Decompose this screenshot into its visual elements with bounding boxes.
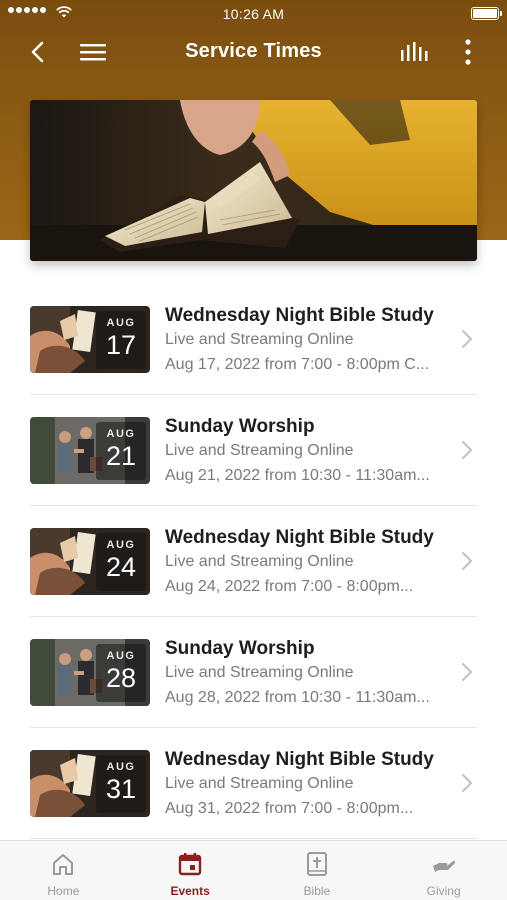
audio-bars-icon[interactable] xyxy=(398,40,430,64)
event-title: Sunday Worship xyxy=(165,416,315,437)
event-month: AUG xyxy=(106,428,136,440)
row-divider xyxy=(30,838,477,839)
event-day: 31 xyxy=(105,774,137,804)
event-list-item[interactable]: AUG 21 Sunday Worship Live and Streaming On… xyxy=(0,395,507,506)
tab-home[interactable]: Home xyxy=(0,841,127,900)
event-list-item[interactable]: AUG 31 Wednesday Night Bible Study Live and… xyxy=(0,728,507,839)
event-datetime: Aug 28, 2022 from 10:30 - 11:30am... xyxy=(165,689,430,706)
event-month: AUG xyxy=(106,761,136,773)
page-title: Service Times xyxy=(185,40,322,62)
event-date-badge: AUG 21 xyxy=(96,422,146,480)
event-location: Live and Streaming Online xyxy=(165,664,354,681)
event-location: Live and Streaming Online xyxy=(165,331,354,348)
tab-label: Giving xyxy=(426,884,461,898)
event-date-badge: AUG 17 xyxy=(96,311,146,369)
event-month: AUG xyxy=(106,650,136,662)
event-thumbnail: AUG 24 xyxy=(30,528,150,595)
chevron-right-icon xyxy=(461,329,473,349)
chevron-right-icon xyxy=(461,551,473,571)
event-title: Wednesday Night Bible Study xyxy=(165,749,434,770)
event-list-item[interactable]: AUG 28 Sunday Worship Live and Streaming On… xyxy=(0,617,507,728)
event-month: AUG xyxy=(106,539,136,551)
status-time: 10:26 AM xyxy=(222,6,285,22)
giving-hand-icon xyxy=(432,860,455,872)
event-thumbnail: AUG 31 xyxy=(30,750,150,817)
event-day: 17 xyxy=(105,330,137,360)
home-icon xyxy=(53,854,74,875)
tab-bar: Home Events Bible Giving xyxy=(0,840,507,900)
chevron-right-icon xyxy=(461,662,473,682)
status-bar: 10:26 AM xyxy=(0,0,507,30)
event-thumbnail: AUG 21 xyxy=(30,417,150,484)
event-date-badge: AUG 28 xyxy=(96,644,146,702)
tab-bible[interactable]: Bible xyxy=(254,841,381,900)
event-title: Wednesday Night Bible Study xyxy=(165,305,434,326)
tab-giving[interactable]: Giving xyxy=(380,841,507,900)
event-location: Live and Streaming Online xyxy=(165,553,354,570)
event-datetime: Aug 31, 2022 from 7:00 - 8:00pm... xyxy=(165,800,414,817)
tab-label: Home xyxy=(47,884,80,898)
event-date-badge: AUG 24 xyxy=(96,533,146,591)
bible-icon xyxy=(306,852,327,876)
event-date-badge: AUG 31 xyxy=(96,755,146,813)
chevron-right-icon xyxy=(461,440,473,460)
event-list-item[interactable]: AUG 24 Wednesday Night Bible Study Live and… xyxy=(0,506,507,617)
chevron-right-icon xyxy=(461,773,473,793)
event-day: 24 xyxy=(105,552,137,582)
event-list-item[interactable]: AUG 17 Wednesday Night Bible Study Live and… xyxy=(0,284,507,395)
event-thumbnail: AUG 28 xyxy=(30,639,150,706)
event-day: 28 xyxy=(105,663,137,693)
battery-icon xyxy=(471,7,502,20)
event-thumbnail: AUG 17 xyxy=(30,306,150,373)
tab-events[interactable]: Events xyxy=(127,841,254,900)
event-datetime: Aug 21, 2022 from 10:30 - 11:30am... xyxy=(165,467,430,484)
event-location: Live and Streaming Online xyxy=(165,442,354,459)
event-day: 21 xyxy=(105,441,137,471)
event-title: Sunday Worship xyxy=(165,638,315,659)
hero-image xyxy=(30,100,477,261)
event-datetime: Aug 24, 2022 from 7:00 - 8:00pm... xyxy=(165,578,414,595)
event-title: Wednesday Night Bible Study xyxy=(165,527,434,548)
tab-label: Events xyxy=(170,884,210,898)
event-month: AUG xyxy=(106,317,136,329)
calendar-icon xyxy=(178,853,202,876)
vertical-ellipsis-icon[interactable] xyxy=(458,38,478,66)
event-list: AUG 17 Wednesday Night Bible Study Live and… xyxy=(0,284,507,839)
tab-label: Bible xyxy=(303,884,331,898)
navigation-bar: Service Times xyxy=(0,30,507,76)
event-datetime: Aug 17, 2022 from 7:00 - 8:00pm C... xyxy=(165,356,430,373)
event-location: Live and Streaming Online xyxy=(165,775,354,792)
